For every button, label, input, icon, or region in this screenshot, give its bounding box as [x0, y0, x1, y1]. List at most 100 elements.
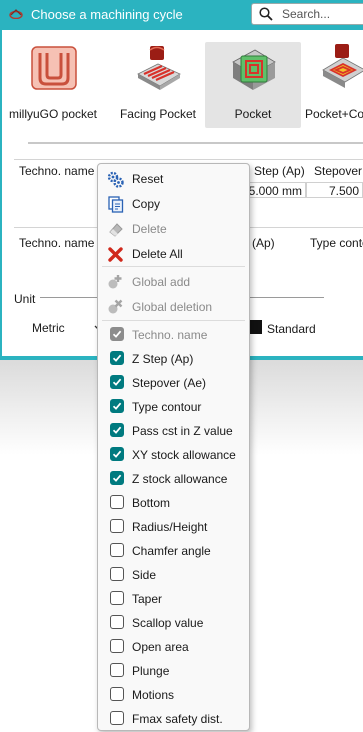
menu-item-label: Z stock allowance — [132, 472, 228, 486]
checkbox-unchecked[interactable] — [110, 543, 124, 557]
menu-column-toggle[interactable]: Radius/Height — [98, 515, 249, 539]
checkbox-checked[interactable] — [110, 471, 124, 485]
standard-label[interactable]: Standard — [267, 322, 316, 336]
menu-column-toggle[interactable]: Motions — [98, 683, 249, 707]
eraser-icon — [109, 223, 123, 237]
menu-item-label: Copy — [132, 197, 161, 211]
menu-column-toggle[interactable]: Fmax safety dist. — [98, 707, 249, 731]
menu-item-label: Type contour — [132, 400, 202, 414]
menu-item-label: Chamfer angle — [132, 544, 211, 558]
copy-icon — [108, 196, 124, 213]
menu-item-label: Delete All — [132, 247, 183, 261]
red-x-icon — [108, 247, 123, 262]
menu-column-toggle[interactable]: XY stock allowance — [98, 443, 249, 467]
cycle-label: Pocket+Con — [305, 107, 363, 121]
cycle-label: millyuGO pocket — [8, 107, 98, 121]
menu-item-label: Global add — [132, 275, 191, 289]
menu-item-label: Side — [132, 568, 157, 582]
menu-column-toggle[interactable]: Chamfer angle — [98, 539, 249, 563]
checkbox-checked[interactable] — [110, 447, 124, 461]
checkbox-checked[interactable] — [110, 399, 124, 413]
menu-column-toggle[interactable]: Z Step (Ap) — [98, 347, 249, 371]
menu-column-toggle[interactable]: Side — [98, 563, 249, 587]
menu-item-label: Reset — [132, 172, 164, 186]
pocket-contour-icon — [322, 44, 363, 88]
checkbox-unchecked[interactable] — [110, 519, 124, 533]
column-context-menu: Reset Copy Delete Delete All Global add — [97, 163, 250, 731]
facing-pocket-icon — [137, 46, 181, 90]
checkbox-checked[interactable] — [110, 375, 124, 389]
window-title: Choose a machining cycle — [31, 7, 183, 22]
checkbox-unchecked[interactable] — [110, 663, 124, 677]
menu-item-label: Techno. name — [132, 328, 208, 342]
menu-item-copy[interactable]: Copy — [98, 192, 249, 216]
menu-item-label: Stepover (Ae) — [132, 376, 207, 390]
search-input[interactable] — [282, 6, 360, 22]
unit-select[interactable]: Metric — [32, 321, 65, 335]
menu-separator — [102, 266, 245, 267]
column-header[interactable]: Type conto — [310, 236, 363, 250]
cycle-label: Pocket — [234, 107, 272, 121]
menu-item-global-add[interactable]: Global add — [98, 270, 249, 294]
menu-column-toggle[interactable]: Pass cst in Z value — [98, 419, 249, 443]
app-logo-icon — [9, 9, 23, 19]
menu-item-label: Fmax safety dist. — [132, 712, 223, 726]
search-icon — [259, 7, 273, 21]
checkbox-unchecked[interactable] — [110, 567, 124, 581]
cycle-millyugo-pocket[interactable]: millyuGO pocket — [5, 42, 101, 128]
search-box[interactable] — [251, 3, 363, 25]
column-header[interactable]: Step (Ap) — [254, 164, 305, 178]
menu-item-label: Plunge — [132, 664, 170, 678]
checkbox-unchecked[interactable] — [110, 711, 124, 725]
cycle-facing-pocket[interactable]: Facing Pocket — [110, 42, 206, 128]
cycle-strip-scrollbar[interactable] — [28, 142, 363, 144]
global-delete-icon — [108, 299, 123, 314]
unit-label: Unit — [14, 292, 36, 306]
cycle-strip: millyuGO pocket Facing Pocket Pocket Poc… — [2, 30, 363, 150]
checkbox-checked[interactable] — [110, 327, 124, 341]
standard-icon — [248, 320, 262, 334]
pocket-icon — [232, 49, 276, 90]
menu-column-toggle[interactable]: Techno. name — [98, 323, 249, 347]
menu-item-reset[interactable]: Reset — [98, 167, 249, 191]
menu-item-label: Open area — [132, 640, 189, 654]
column-header[interactable]: Techno. name — [19, 164, 94, 178]
gear-reset-icon — [107, 171, 124, 188]
menu-separator — [102, 320, 245, 321]
menu-column-toggle[interactable]: Z stock allowance — [98, 467, 249, 491]
checkbox-unchecked[interactable] — [110, 639, 124, 653]
table-cell[interactable]: 7.500 — [306, 182, 363, 198]
checkbox-unchecked[interactable] — [110, 495, 124, 509]
column-header[interactable]: Stepover — [314, 164, 362, 178]
menu-item-label: Global deletion — [132, 300, 213, 314]
menu-item-label: Pass cst in Z value — [132, 424, 233, 438]
checkbox-checked[interactable] — [110, 351, 124, 365]
checkbox-unchecked[interactable] — [110, 687, 124, 701]
menu-column-toggle[interactable]: Type contour — [98, 395, 249, 419]
menu-column-toggle[interactable]: Stepover (Ae) — [98, 371, 249, 395]
menu-item-delete[interactable]: Delete — [98, 217, 249, 241]
checkbox-unchecked[interactable] — [110, 591, 124, 605]
millyugo-pocket-icon — [31, 46, 77, 90]
cycle-pocket-contour[interactable]: Pocket+Con — [301, 42, 363, 128]
title-bar: Choose a machining cycle — [0, 0, 363, 30]
menu-item-label: Motions — [132, 688, 175, 702]
checkbox-unchecked[interactable] — [110, 615, 124, 629]
column-header[interactable]: (Ap) — [252, 236, 275, 250]
menu-item-label: XY stock allowance — [132, 448, 236, 462]
menu-column-toggle[interactable]: Scallop value — [98, 611, 249, 635]
menu-item-label: Scallop value — [132, 616, 204, 630]
menu-column-toggle[interactable]: Taper — [98, 587, 249, 611]
menu-column-toggle[interactable]: Open area — [98, 635, 249, 659]
column-header[interactable]: Techno. name — [19, 236, 94, 250]
menu-item-delete-all[interactable]: Delete All — [98, 242, 249, 266]
menu-item-label: Z Step (Ap) — [132, 352, 194, 366]
menu-item-global-deletion[interactable]: Global deletion — [98, 295, 249, 319]
menu-column-toggle[interactable]: Bottom — [98, 491, 249, 515]
menu-item-label: Radius/Height — [132, 520, 208, 534]
global-add-icon — [108, 275, 122, 289]
checkbox-checked[interactable] — [110, 423, 124, 437]
menu-column-toggle[interactable]: Plunge — [98, 659, 249, 683]
cycle-pocket[interactable]: Pocket — [205, 42, 301, 128]
menu-item-label: Delete — [132, 222, 167, 236]
